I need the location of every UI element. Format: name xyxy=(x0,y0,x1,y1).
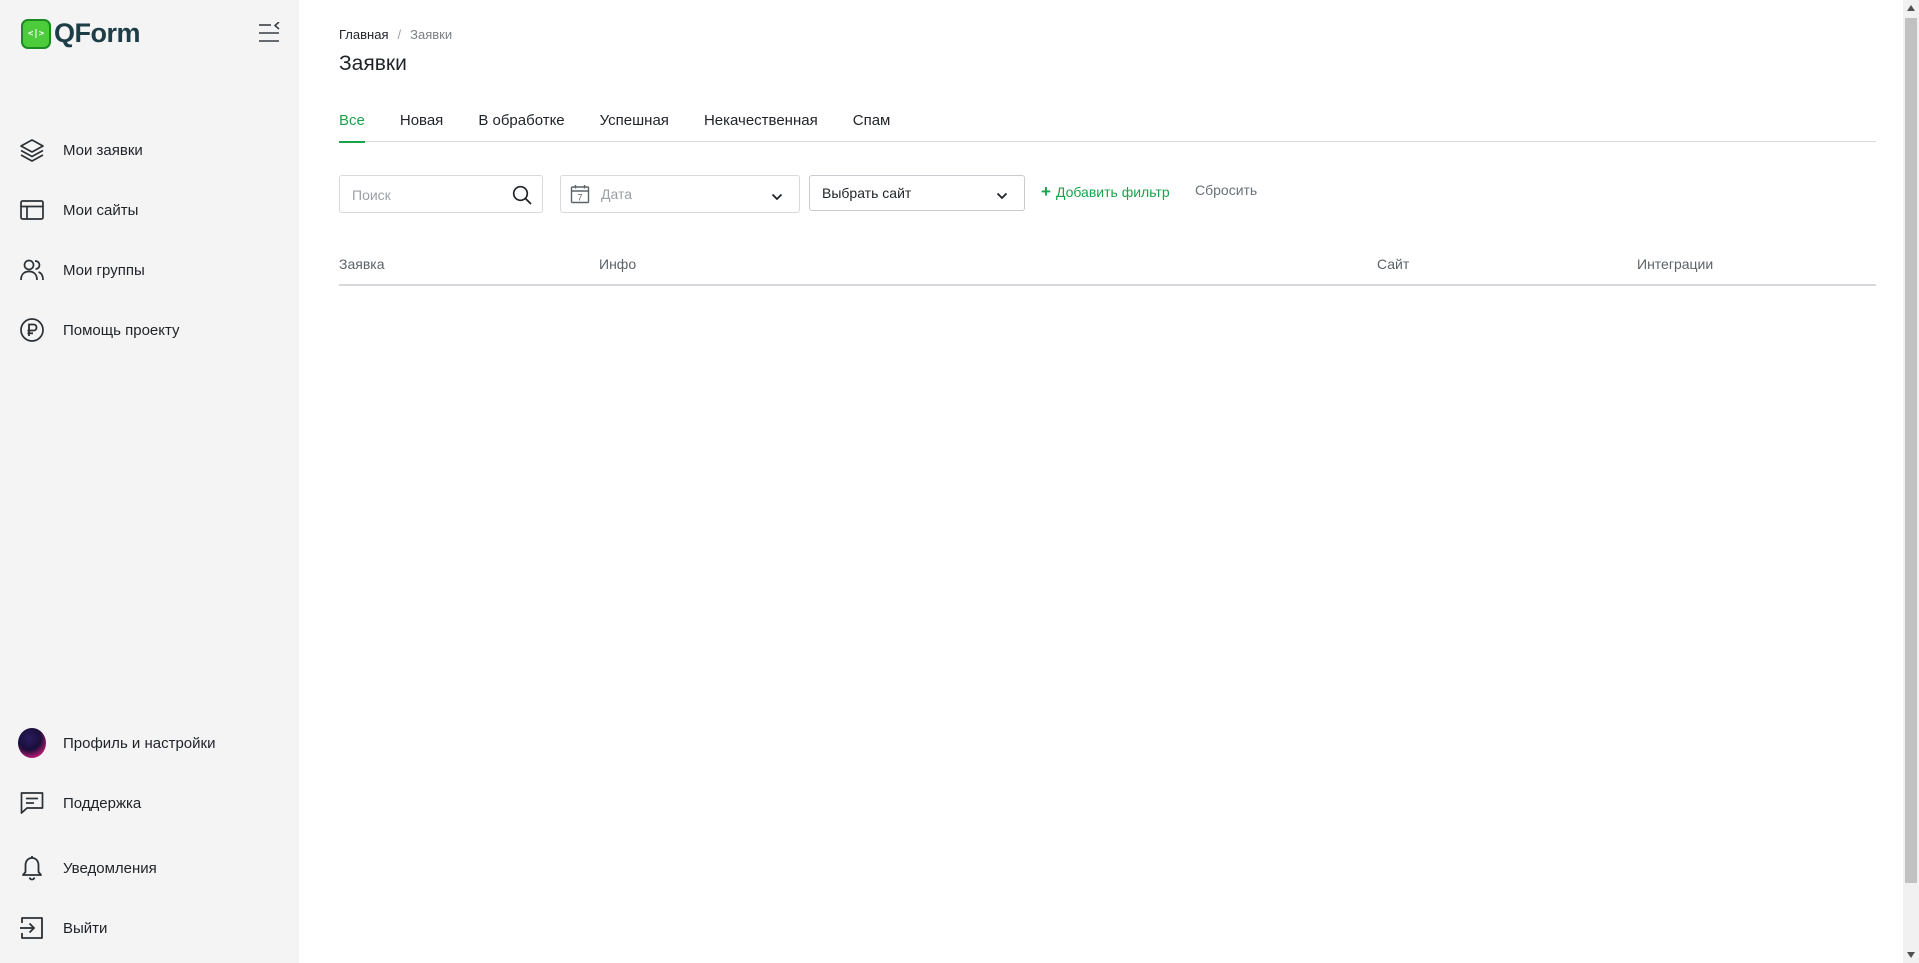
sidebar-item-label: Выйти xyxy=(63,919,108,937)
collapse-menu-icon xyxy=(259,21,280,42)
tab-new[interactable]: Новая xyxy=(400,108,443,142)
sidebar-item-label: Мои заявки xyxy=(63,141,143,159)
sidebar-item-label: Помощь проекту xyxy=(63,321,180,339)
column-header-integrations[interactable]: Интеграции xyxy=(1637,256,1713,272)
sidebar-item-label: Уведомления xyxy=(63,859,157,877)
calendar-icon: 7 xyxy=(570,184,590,204)
breadcrumb: Главная / Заявки xyxy=(339,27,452,42)
sidebar-item-label: Мои сайты xyxy=(63,201,139,219)
sidebar-item-label: Поддержка xyxy=(63,794,142,812)
column-header-info[interactable]: Инфо xyxy=(599,256,636,272)
tab-successful[interactable]: Успешная xyxy=(600,108,669,142)
main-content: Главная / Заявки Заявки Все Новая В обра… xyxy=(299,0,1903,963)
breadcrumb-separator: / xyxy=(397,27,402,42)
site-select-value: Выбрать сайт xyxy=(822,185,912,201)
tab-spam[interactable]: Спам xyxy=(853,108,891,142)
users-icon xyxy=(18,256,46,284)
scroll-up-arrow-icon[interactable] xyxy=(1903,0,1919,16)
bell-icon xyxy=(18,854,46,882)
logo[interactable]: <|> QForm xyxy=(21,18,141,49)
logo-text: QForm xyxy=(54,18,141,48)
plus-icon: + xyxy=(1041,182,1051,201)
add-filter-label: Добавить фильтр xyxy=(1055,184,1170,200)
table-header: Заявка Инфо Сайт Интеграции xyxy=(339,256,1876,286)
avatar xyxy=(18,728,46,758)
tab-low-quality[interactable]: Некачественная xyxy=(704,108,818,142)
logout-icon xyxy=(18,914,46,942)
add-filter-button[interactable]: + Добавить фильтр xyxy=(1041,182,1170,201)
tab-in-progress[interactable]: В обработке xyxy=(478,108,564,142)
sidebar-item-profile-settings[interactable]: Профиль и настройки xyxy=(18,727,215,759)
sidebar-item-my-sites[interactable]: Мои сайты xyxy=(18,194,138,226)
sidebar-item-notifications[interactable]: Уведомления xyxy=(18,852,157,884)
layers-icon xyxy=(18,136,46,164)
sidebar-item-logout[interactable]: Выйти xyxy=(18,912,107,944)
sidebar-item-my-groups[interactable]: Мои группы xyxy=(18,254,145,286)
date-picker[interactable]: 7 Дата xyxy=(560,175,800,213)
sidebar-item-support[interactable]: Поддержка xyxy=(18,787,141,819)
scroll-down-arrow-icon[interactable] xyxy=(1903,947,1919,963)
status-tabs: Все Новая В обработке Успешная Некачеств… xyxy=(339,108,1876,143)
column-header-site[interactable]: Сайт xyxy=(1377,256,1409,272)
column-header-request[interactable]: Заявка xyxy=(339,256,384,272)
vertical-scrollbar[interactable] xyxy=(1903,0,1919,963)
site-select[interactable]: Выбрать сайт xyxy=(809,175,1025,211)
chevron-down-icon xyxy=(996,188,1008,200)
collapse-sidebar-button[interactable] xyxy=(257,21,281,44)
scrollbar-thumb[interactable] xyxy=(1905,18,1917,883)
browser-window-icon xyxy=(18,196,46,224)
sidebar-item-label: Профиль и настройки xyxy=(63,734,216,752)
search-box xyxy=(339,175,543,213)
sidebar: <|> QForm Мои заявки Мои сайты Мои групп… xyxy=(0,0,299,963)
ruble-coin-icon xyxy=(18,316,46,344)
sidebar-item-label: Мои группы xyxy=(63,261,145,279)
logo-mark-icon: <|> xyxy=(21,18,51,49)
search-input[interactable] xyxy=(352,185,502,205)
sidebar-item-my-requests[interactable]: Мои заявки xyxy=(18,134,143,166)
sidebar-item-help-project[interactable]: Помощь проекту xyxy=(18,314,180,346)
chat-icon xyxy=(18,789,46,817)
reset-filters-button[interactable]: Сбросить xyxy=(1195,182,1257,198)
chevron-down-icon xyxy=(771,189,783,201)
page-title: Заявки xyxy=(339,52,407,75)
tab-all[interactable]: Все xyxy=(339,108,365,143)
breadcrumb-current: Заявки xyxy=(410,27,453,42)
search-icon[interactable] xyxy=(512,185,532,205)
app-root: <|> QForm Мои заявки Мои сайты Мои групп… xyxy=(0,0,1919,963)
breadcrumb-home-link[interactable]: Главная xyxy=(339,27,388,42)
calendar-day: 7 xyxy=(577,192,582,202)
date-placeholder: Дата xyxy=(601,186,633,202)
